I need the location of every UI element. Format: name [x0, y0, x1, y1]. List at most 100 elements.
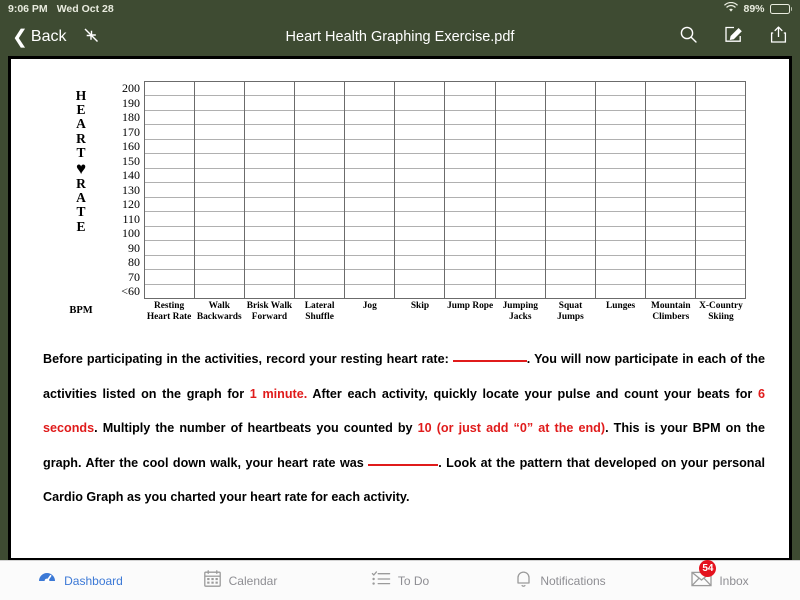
graph-cell[interactable]: [595, 198, 645, 213]
graph-column[interactable]: [345, 82, 396, 298]
graph-cell[interactable]: [495, 256, 545, 271]
graph-cell[interactable]: [295, 256, 345, 271]
graph-column[interactable]: [445, 82, 496, 298]
graph-cell[interactable]: [645, 96, 695, 111]
cooldown-heart-rate-blank[interactable]: [368, 463, 439, 466]
graph-cell[interactable]: [345, 96, 395, 111]
graph-cell[interactable]: [495, 82, 545, 97]
graph-cell[interactable]: [395, 82, 445, 97]
graph-grid[interactable]: [144, 81, 746, 299]
graph-cell[interactable]: [495, 125, 545, 140]
graph-cell[interactable]: [195, 169, 245, 184]
graph-cell[interactable]: [645, 212, 695, 227]
graph-cell[interactable]: [495, 96, 545, 111]
graph-cell[interactable]: [645, 82, 695, 97]
graph-cell[interactable]: [145, 256, 195, 271]
graph-cell[interactable]: [245, 111, 295, 126]
graph-column[interactable]: [295, 82, 346, 298]
graph-cell[interactable]: [545, 154, 595, 169]
graph-cell[interactable]: [195, 285, 244, 298]
graph-cell[interactable]: [495, 154, 545, 169]
graph-cell[interactable]: [545, 82, 595, 97]
graph-cell[interactable]: [445, 285, 494, 298]
back-button[interactable]: ❮ Back: [12, 28, 67, 47]
graph-cell[interactable]: [595, 169, 645, 184]
graph-cell[interactable]: [645, 241, 695, 256]
pdf-page[interactable]: H E A R T ♥ R A T E BPM 200 190 180 170: [8, 56, 792, 561]
graph-cell[interactable]: [695, 96, 745, 111]
graph-cell[interactable]: [145, 154, 195, 169]
graph-cell[interactable]: [695, 140, 745, 155]
graph-cell[interactable]: [295, 285, 344, 298]
graph-cell[interactable]: [695, 256, 745, 271]
graph-cell[interactable]: [495, 169, 545, 184]
graph-column[interactable]: [195, 82, 246, 298]
graph-cell[interactable]: [245, 227, 295, 242]
graph-column[interactable]: [595, 82, 646, 298]
graph-cell[interactable]: [295, 82, 345, 97]
graph-cell[interactable]: [645, 183, 695, 198]
graph-cell[interactable]: [595, 154, 645, 169]
graph-cell[interactable]: [345, 198, 395, 213]
graph-cell[interactable]: [595, 241, 645, 256]
graph-cell[interactable]: [145, 183, 195, 198]
graph-cell[interactable]: [646, 285, 695, 298]
graph-cell[interactable]: [295, 154, 345, 169]
graph-cell[interactable]: [496, 285, 545, 298]
graph-cell[interactable]: [345, 140, 395, 155]
graph-cell[interactable]: [445, 183, 495, 198]
graph-cell[interactable]: [345, 154, 395, 169]
graph-cell[interactable]: [295, 241, 345, 256]
graph-cell[interactable]: [145, 111, 195, 126]
graph-cell[interactable]: [495, 270, 545, 285]
graph-cell[interactable]: [145, 227, 195, 242]
tab-todo[interactable]: To Do: [320, 561, 480, 600]
tab-inbox[interactable]: 54 Inbox: [640, 559, 800, 600]
graph-cell[interactable]: [495, 227, 545, 242]
graph-cell[interactable]: [295, 140, 345, 155]
graph-cell[interactable]: [195, 241, 245, 256]
graph-cell[interactable]: [695, 270, 745, 285]
graph-cell[interactable]: [245, 285, 294, 298]
graph-cell[interactable]: [445, 227, 495, 242]
graph-cell[interactable]: [545, 270, 595, 285]
graph-cell[interactable]: [545, 96, 595, 111]
graph-cell[interactable]: [195, 183, 245, 198]
graph-cell[interactable]: [345, 212, 395, 227]
graph-cell[interactable]: [395, 183, 445, 198]
graph-column[interactable]: [495, 82, 546, 298]
graph-column[interactable]: [545, 82, 596, 298]
graph-cell[interactable]: [445, 111, 495, 126]
graph-cell[interactable]: [595, 125, 645, 140]
graph-cell[interactable]: [395, 125, 445, 140]
graph-cell[interactable]: [295, 198, 345, 213]
graph-cell[interactable]: [195, 125, 245, 140]
graph-cell[interactable]: [495, 183, 545, 198]
graph-cell[interactable]: [445, 125, 495, 140]
graph-column[interactable]: [245, 82, 296, 298]
graph-cell[interactable]: [645, 125, 695, 140]
graph-cell[interactable]: [695, 227, 745, 242]
graph-cell[interactable]: [295, 111, 345, 126]
graph-cell[interactable]: [545, 125, 595, 140]
graph-cell[interactable]: [195, 154, 245, 169]
graph-cell[interactable]: [545, 241, 595, 256]
graph-cell[interactable]: [445, 82, 495, 97]
graph-cell[interactable]: [245, 82, 295, 97]
graph-cell[interactable]: [245, 125, 295, 140]
graph-cell[interactable]: [445, 169, 495, 184]
graph-cell[interactable]: [645, 227, 695, 242]
graph-cell[interactable]: [245, 241, 295, 256]
graph-cell[interactable]: [395, 227, 445, 242]
graph-cell[interactable]: [345, 183, 395, 198]
graph-cell[interactable]: [195, 212, 245, 227]
graph-cell[interactable]: [195, 256, 245, 271]
graph-cell[interactable]: [345, 256, 395, 271]
graph-cell[interactable]: [395, 140, 445, 155]
graph-cell[interactable]: [695, 125, 745, 140]
graph-cell[interactable]: [395, 212, 445, 227]
graph-cell[interactable]: [245, 169, 295, 184]
graph-cell[interactable]: [195, 198, 245, 213]
graph-cell[interactable]: [395, 241, 445, 256]
graph-cell[interactable]: [546, 285, 595, 298]
